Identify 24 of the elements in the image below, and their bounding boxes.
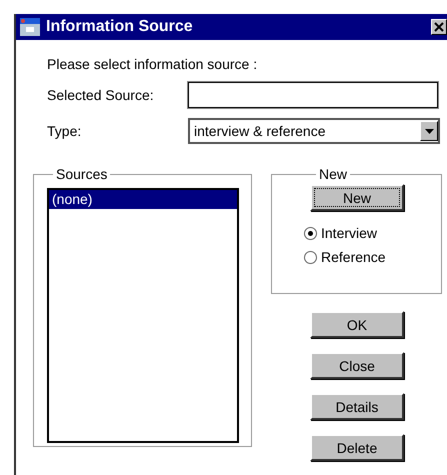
dialog-button[interactable]: OK [310,311,404,338]
field-label: Type: [47,123,82,139]
group-title: Sources [55,166,108,182]
group-title: New [318,166,348,182]
sources-list[interactable]: (none) [47,188,239,443]
field-label: Selected Source: [47,87,155,103]
type-dropdown[interactable]: interview & reference [188,118,440,144]
dialog-button[interactable]: Close [310,352,404,379]
dialog-button[interactable]: Details [310,393,404,420]
selected-source-field[interactable] [188,82,438,108]
dialog-button[interactable]: Delete [310,434,404,461]
close-icon [434,22,444,32]
radio-button[interactable] [304,226,317,240]
dropdown-button[interactable] [420,121,438,141]
close-button[interactable] [431,19,447,35]
new-button[interactable]: New [310,184,404,211]
list-item[interactable]: (none) [49,190,237,209]
caret-icon [424,128,434,134]
radio-label[interactable]: Reference [321,249,386,265]
window-icon [20,18,40,36]
window-title: Information Source [46,18,193,36]
radio-label[interactable]: Interview [321,225,378,241]
radio-button[interactable] [304,250,317,264]
prompt-text: Please select information source : [47,56,258,72]
